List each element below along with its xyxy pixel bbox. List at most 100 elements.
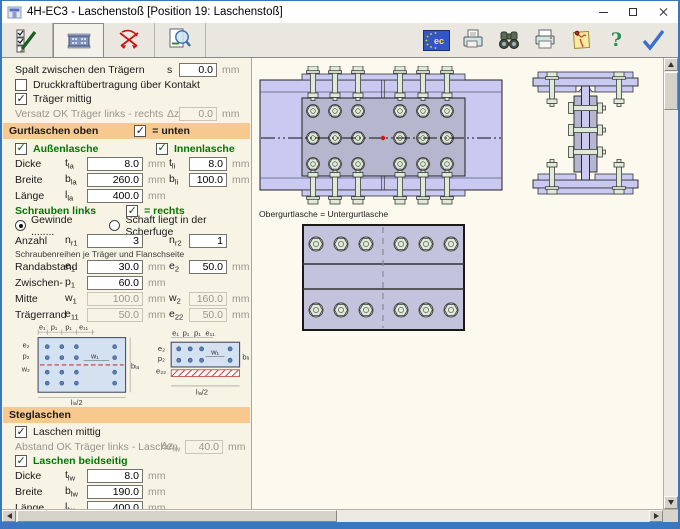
horizontal-scroll-thumb[interactable] [17, 510, 337, 522]
unit-label: mm [217, 108, 239, 120]
p1-field[interactable]: 60.0 [87, 276, 143, 290]
svg-text:e₁: e₁ [39, 323, 46, 331]
graphics-canvas: Obergurtlasche = Untergurtlasche [252, 58, 663, 509]
minimize-button[interactable] [588, 1, 618, 23]
unit-label: mm [227, 174, 249, 186]
scroll-right-button[interactable] [649, 510, 663, 522]
svg-text:w₁: w₁ [90, 352, 99, 361]
svg-text:e₁: e₁ [172, 329, 179, 338]
up-arrow-icon [668, 62, 674, 67]
symbol: w1 [65, 292, 87, 306]
eurocode-ec-icon[interactable]: ec [423, 27, 450, 53]
inner-plate-diagram: e₁ p₁ p₁ e₁₁ e₂ p₂ e₂₂ w₁ bₗᵢ [156, 329, 251, 403]
horizontal-scroll-track [337, 510, 649, 522]
symbol: e2 [169, 260, 189, 274]
svg-text:w₂: w₂ [21, 364, 30, 373]
spalt-field[interactable]: 0.0 [179, 63, 217, 77]
aussenlasche-label: Außenlasche [33, 143, 98, 155]
innenlasche-label: Innenlasche [174, 143, 235, 155]
steg-dicke-field[interactable]: 8.0 [87, 469, 143, 483]
svg-text:ec: ec [434, 36, 444, 46]
breite-aussen-field[interactable]: 260.0 [87, 173, 143, 187]
anzahl-nr2-field[interactable]: 1 [189, 234, 227, 248]
svg-text:p₁: p₁ [194, 329, 201, 338]
row-label: Zwischen- [15, 277, 65, 289]
steg-laenge-field[interactable]: 400.0 [87, 501, 143, 509]
row-label: Breite [15, 174, 65, 186]
graphic-tab[interactable] [53, 23, 104, 57]
unit-label: mm [143, 158, 169, 170]
unit-label: mm [143, 293, 169, 305]
input-tab[interactable] [2, 23, 53, 57]
traeger-mittig-checkbox[interactable] [15, 93, 27, 105]
unit-label: mm [223, 441, 245, 453]
symbol: w2 [169, 292, 189, 306]
svg-text:p₂: p₂ [23, 352, 30, 361]
unit-label: mm [143, 502, 169, 509]
versatz-symbol: Δz [167, 108, 179, 120]
aussenlasche-checkbox[interactable] [15, 143, 27, 155]
maximize-button[interactable] [618, 1, 648, 23]
beidseitig-row: Laschen beidseitig [2, 454, 251, 468]
scroll-down-button[interactable] [664, 496, 678, 509]
druckkraft-checkbox[interactable] [15, 79, 27, 91]
dicke-aussen-field[interactable]: 8.0 [87, 157, 143, 171]
binoculars-icon[interactable] [495, 27, 522, 53]
anzahl-row: Anzahl nr1 3 nr2 1 [2, 233, 251, 249]
row-label: Randabstand [15, 261, 65, 273]
svg-text:bₗₐ: bₗₐ [131, 362, 139, 371]
notes-icon[interactable] [567, 27, 594, 53]
horizontal-scrollbar[interactable] [2, 509, 678, 522]
symbol: tli [169, 157, 189, 171]
symbol: llw [65, 501, 87, 509]
right-arrow-icon [654, 513, 659, 519]
schaft-radio[interactable] [109, 220, 120, 231]
confirm-icon[interactable] [639, 27, 666, 53]
close-button[interactable] [648, 1, 678, 23]
w2-field: 160.0 [189, 292, 227, 306]
window-title: 4H-EC3 - Laschenstoß [Position 19: Lasch… [27, 6, 588, 18]
svg-text:p₁: p₁ [183, 329, 190, 338]
document-magnifier-icon [166, 26, 194, 54]
scroll-left-button[interactable] [2, 510, 16, 522]
w1-field: 100.0 [87, 292, 143, 306]
breite-innen-field[interactable]: 100.0 [189, 173, 227, 187]
schrauben-rechts-checkbox[interactable] [126, 205, 138, 217]
steglaschen-header: Steglaschen [3, 407, 250, 423]
traeger-mittig-label: Träger mittig [33, 93, 92, 105]
dicke-innen-field[interactable]: 8.0 [189, 157, 227, 171]
laenge-aussen-field[interactable]: 400.0 [87, 189, 143, 203]
maximize-icon [629, 8, 637, 16]
beidseitig-checkbox[interactable] [15, 455, 27, 467]
row-label: Breite [15, 486, 65, 498]
scroll-up-button[interactable] [664, 58, 678, 71]
innenlasche-checkbox[interactable] [156, 143, 168, 155]
gurt-unten-checkbox[interactable] [134, 125, 146, 137]
gurt-laenge-row: Länge lla 400.0 mm [2, 188, 251, 204]
versatz-field: 0.0 [179, 107, 217, 121]
copy-icon[interactable] [459, 27, 486, 53]
flange-plate-plan-drawing [302, 224, 465, 331]
vertical-scroll-thumb[interactable] [664, 72, 678, 110]
unit-label: mm [227, 158, 249, 170]
results-tab[interactable] [155, 23, 206, 57]
spalt-row: Spalt zwischen den Trägern s 0.0 mm [2, 62, 251, 78]
steg-dicke-row: Dicke tlw 8.0 mm [2, 468, 251, 484]
laschen-mittig-checkbox[interactable] [15, 426, 27, 438]
anzahl-nr1-field[interactable]: 3 [87, 234, 143, 248]
gewinde-radio[interactable] [15, 220, 26, 231]
vertical-scrollbar[interactable] [663, 58, 678, 509]
toolbar: ec [2, 23, 678, 58]
svg-text:e₁₁: e₁₁ [205, 329, 215, 338]
printer-icon[interactable] [531, 27, 558, 53]
e2-field[interactable]: 50.0 [189, 260, 227, 274]
drawing-caption: Obergurtlasche = Untergurtlasche [259, 209, 388, 219]
loads-tab[interactable] [104, 23, 155, 57]
close-icon [658, 7, 668, 17]
window-bottom-border [2, 522, 678, 527]
e1-field[interactable]: 30.0 [87, 260, 143, 274]
help-icon[interactable]: ? [603, 27, 630, 53]
steg-breite-field[interactable]: 190.0 [87, 485, 143, 499]
unit-label: mm [143, 470, 169, 482]
app-window: 4H-EC3 - Laschenstoß [Position 19: Lasch… [0, 0, 680, 529]
